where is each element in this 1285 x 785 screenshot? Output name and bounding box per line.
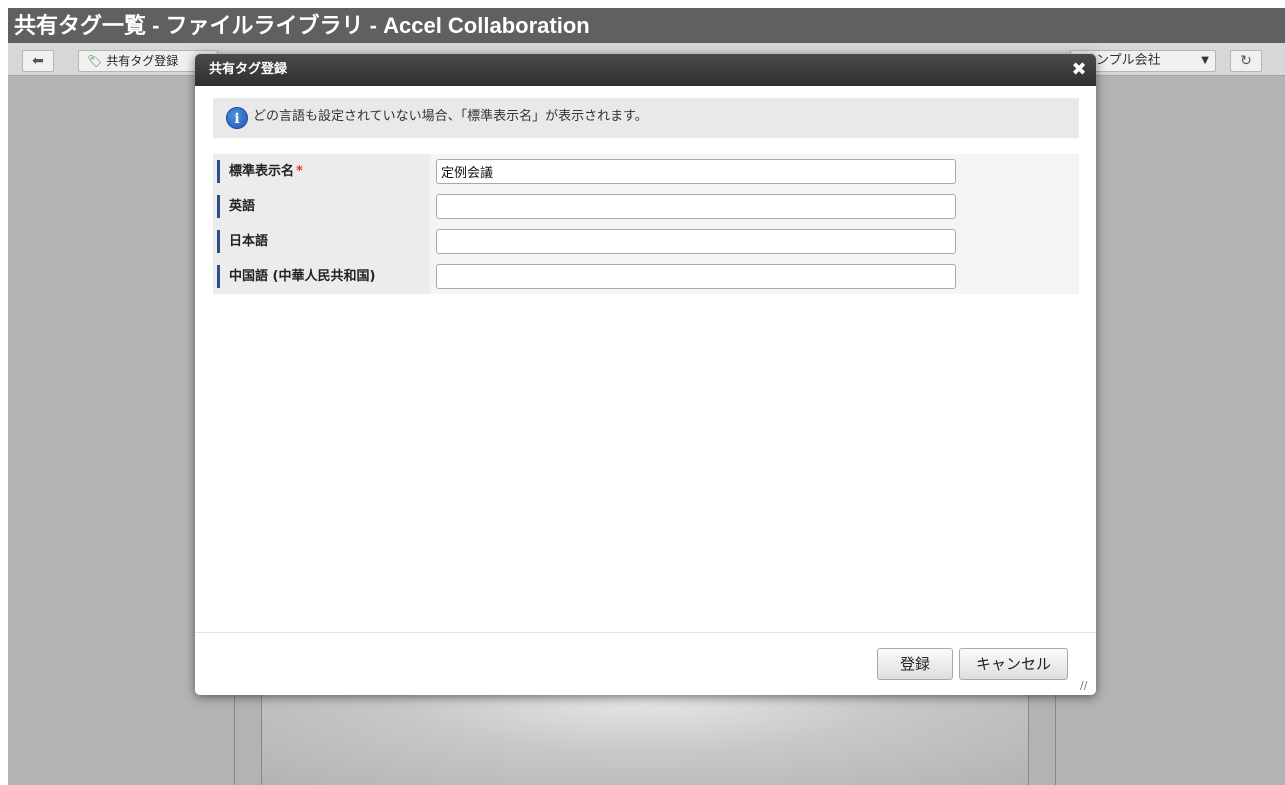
form-label: 日本語	[213, 224, 430, 259]
form-row-japanese: 日本語	[213, 224, 1079, 259]
form-value	[430, 224, 1079, 259]
standard-name-input[interactable]	[436, 159, 956, 184]
back-button[interactable]: ⬅	[22, 50, 54, 72]
dialog-title: 共有タグ登録	[209, 62, 288, 77]
field-label-english: 英語	[229, 199, 256, 214]
form-row-chinese: 中国語 (中華人民共和国)	[213, 259, 1079, 294]
arrow-left-icon: ⬅	[32, 53, 44, 69]
caret-down-icon: ▼	[1201, 55, 1209, 66]
form-label: 英語	[213, 189, 430, 224]
refresh-button[interactable]: ↻	[1230, 50, 1262, 72]
form-label: 標準表示名 *	[213, 154, 430, 189]
field-label-standard-name: 標準表示名	[229, 164, 295, 179]
chinese-name-input[interactable]	[436, 264, 956, 289]
add-shared-tag-label: 共有タグ登録	[106, 54, 179, 68]
form-value	[430, 154, 1079, 189]
form-row-standard-name: 標準表示名 *	[213, 154, 1079, 189]
refresh-icon: ↻	[1240, 53, 1252, 69]
form-label: 中国語 (中華人民共和国)	[213, 259, 430, 294]
resize-grip-icon[interactable]: ∕∕	[1080, 680, 1092, 692]
info-icon: i	[226, 107, 248, 129]
shared-tag-register-dialog: 共有タグ登録 ✖ i どの言語も設定されていない場合、「標準表示名」が表示されま…	[195, 54, 1096, 695]
english-name-input[interactable]	[436, 194, 956, 219]
background-panel-right	[1028, 688, 1056, 785]
japanese-name-input[interactable]	[436, 229, 956, 254]
field-label-chinese: 中国語 (中華人民共和国)	[229, 269, 376, 284]
background-content	[262, 688, 1028, 785]
info-message: どの言語も設定されていない場合、「標準表示名」が表示されます。	[253, 109, 648, 124]
info-message-box: i どの言語も設定されていない場合、「標準表示名」が表示されます。	[213, 98, 1079, 138]
dialog-footer: 登録 キャンセル ∕∕	[195, 632, 1096, 695]
form-value	[430, 189, 1079, 224]
form-value	[430, 259, 1079, 294]
field-label-japanese: 日本語	[229, 234, 269, 249]
close-icon[interactable]: ✖	[1070, 60, 1088, 80]
register-button[interactable]: 登録	[877, 648, 953, 680]
form-row-english: 英語	[213, 189, 1079, 224]
background-panel-left	[234, 688, 262, 785]
window-title: 共有タグ一覧 - ファイルライブラリ - Accel Collaboration	[8, 8, 1285, 43]
cancel-button[interactable]: キャンセル	[959, 648, 1068, 680]
dialog-header: 共有タグ登録 ✖	[195, 54, 1096, 86]
form-table: 標準表示名* 英語 日本語 中国語 (中華人民共和国)	[213, 154, 1079, 294]
tag-add-icon: 🏷	[87, 54, 103, 68]
required-mark: *	[296, 164, 303, 179]
